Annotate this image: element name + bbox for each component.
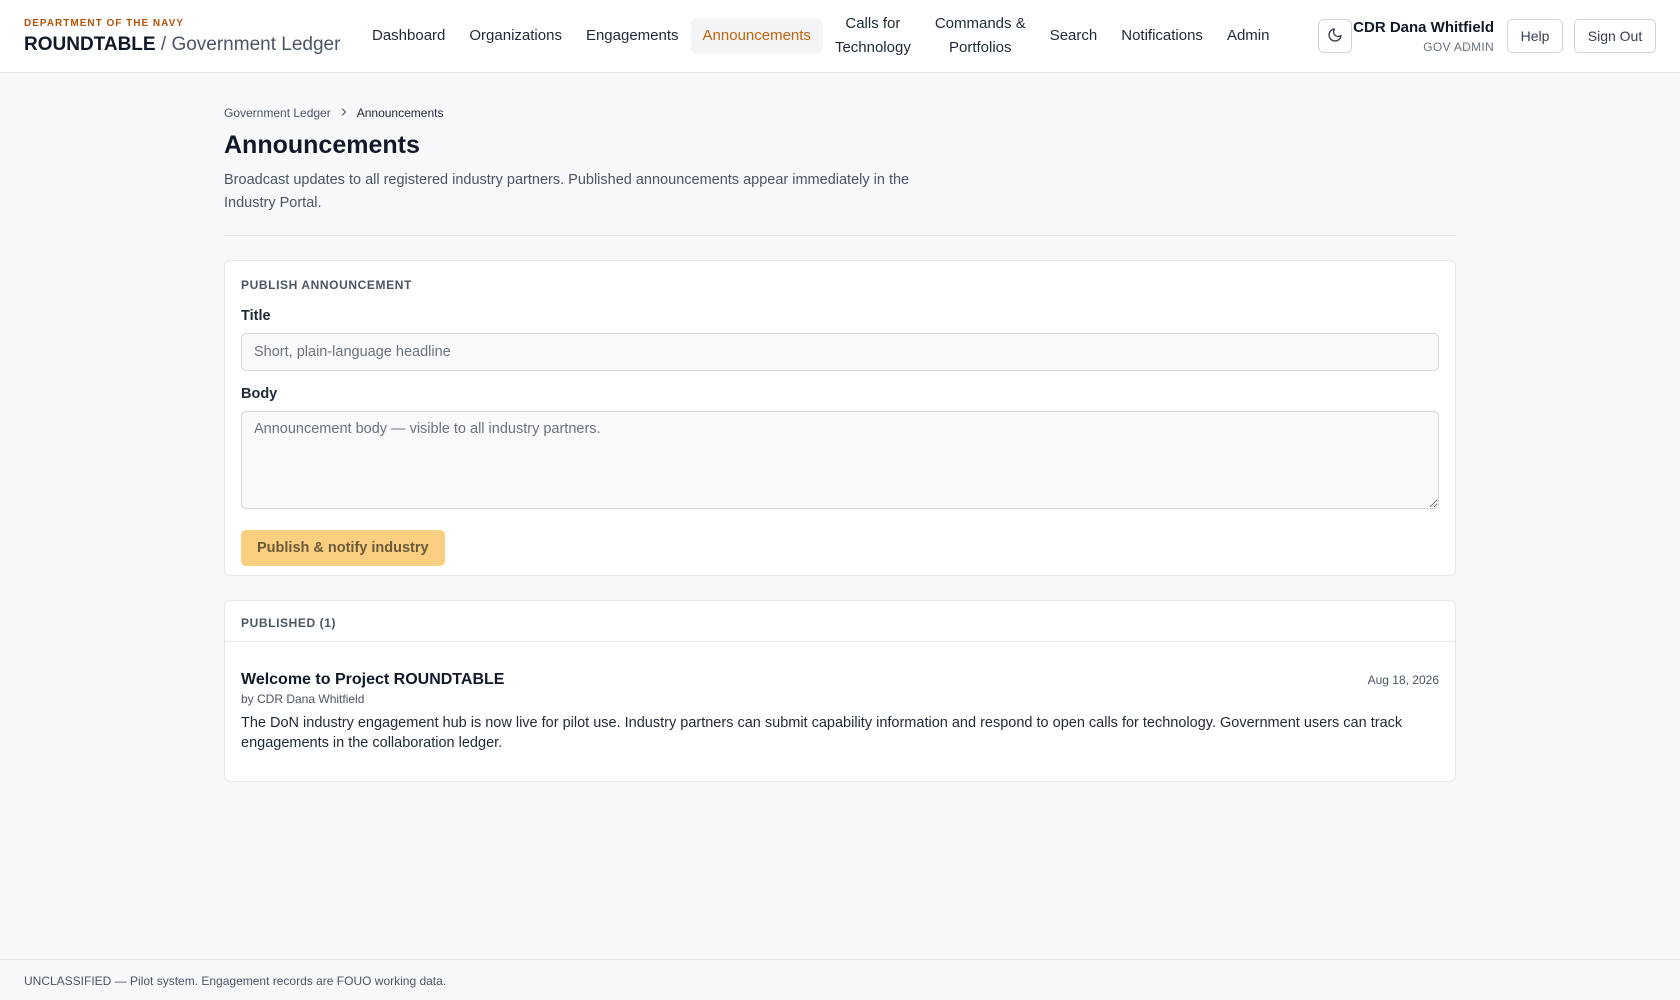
published-header: PUBLISHED (1) [225,601,1455,642]
main-content: Government Ledger Announcements Announce… [224,73,1456,782]
brand-separator: / [155,34,172,55]
nav-item-organizations[interactable]: Organizations [457,18,574,54]
nav-item-announcements[interactable]: Announcements [690,18,823,54]
nav-item-label-line1: Commands & [934,15,1026,32]
top-bar: DEPARTMENT OF THE NAVY ROUNDTABLE / Gove… [0,0,1680,73]
user-role: GOV ADMIN [1423,40,1494,54]
publish-button[interactable]: Publish & notify industry [241,530,445,566]
nav-item-label-line2: Technology [834,39,911,56]
sign-out-button[interactable]: Sign Out [1574,19,1656,53]
brand-line: ROUNDTABLE / Government Ledger [24,33,340,57]
nav-item-commands-portfolios[interactable]: Commands & Portfolios [923,6,1038,66]
title-label: Title [241,308,271,324]
page-description: Broadcast updates to all registered indu… [224,172,910,211]
divider [224,235,1456,236]
breadcrumb-current: Announcements [356,106,444,120]
nav-item-dashboard[interactable]: Dashboard [360,18,457,54]
publish-section-label: PUBLISH ANNOUNCEMENT [241,278,412,292]
nav-item-label-line1: Calls for [845,15,901,32]
brand-name: ROUNDTABLE [24,34,156,55]
footer: UNCLASSIFIED — Pilot system. Engagement … [0,959,1680,1000]
nav-item-calls-for-technology[interactable]: Calls for Technology [823,6,923,66]
announcement-author: by CDR Dana Whitfield [241,692,365,706]
publish-announcement-card: PUBLISH ANNOUNCEMENT Title Body Publish … [224,260,1456,576]
user-info: CDR Dana Whitfield GOV ADMIN [1353,19,1494,55]
body-textarea[interactable] [241,411,1439,509]
published-announcements-card: PUBLISHED (1) Welcome to Project ROUNDTA… [224,600,1456,782]
nav-item-label-line2: Portfolios [949,39,1012,56]
title-input[interactable] [241,333,1439,371]
chevron-right-icon [339,106,349,120]
breadcrumb: Government Ledger Announcements [224,105,1456,121]
nav-item-search[interactable]: Search [1038,18,1110,54]
breadcrumb-root[interactable]: Government Ledger [224,106,331,120]
page-title: Announcements [224,131,420,159]
classification-notice: UNCLASSIFIED — Pilot system. Engagement … [24,974,447,988]
brand[interactable]: DEPARTMENT OF THE NAVY ROUNDTABLE / Gove… [24,18,340,57]
brand-subtitle: Government Ledger [171,34,341,55]
nav-item-admin[interactable]: Admin [1215,18,1282,54]
brand-department: DEPARTMENT OF THE NAVY [24,18,184,29]
published-section-label: PUBLISHED (1) [241,616,337,630]
main-nav: Dashboard Organizations Engagements Anno… [360,10,1281,62]
moon-icon [1327,27,1343,46]
user-name: CDR Dana Whitfield [1353,19,1494,36]
announcement-body: The DoN industry engagement hub is now l… [241,715,1403,751]
announcement-item: Welcome to Project ROUNDTABLE Aug 18, 20… [225,642,1455,781]
theme-toggle-button[interactable] [1318,19,1352,53]
body-label: Body [241,386,278,402]
nav-item-notifications[interactable]: Notifications [1109,18,1215,54]
announcement-date: Aug 18, 2026 [1367,673,1439,687]
announcement-title: Welcome to Project ROUNDTABLE [241,671,505,688]
help-button[interactable]: Help [1507,19,1563,53]
nav-item-engagements[interactable]: Engagements [574,18,691,54]
